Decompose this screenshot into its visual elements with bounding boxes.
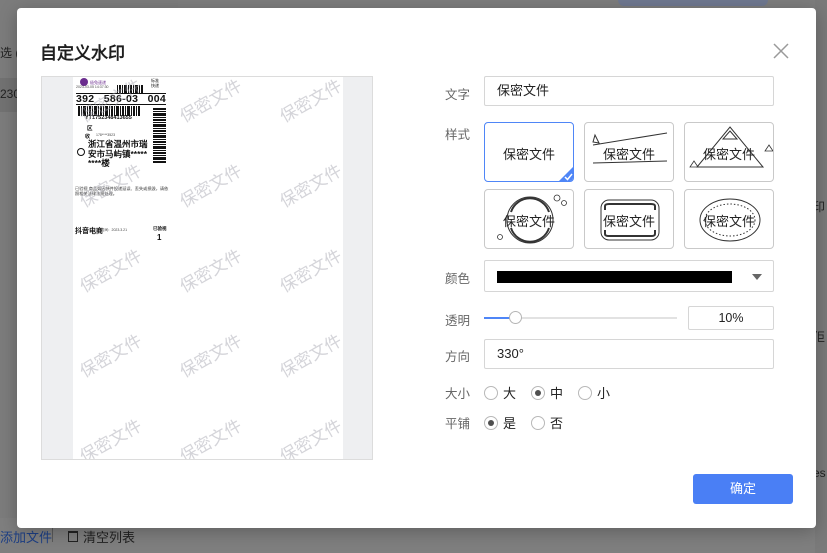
watermark-text: 保密文件	[176, 161, 246, 212]
direction-label: 方向	[445, 350, 471, 364]
radio-dot	[484, 385, 498, 400]
radio-label: 是	[503, 416, 517, 431]
recipient-icon	[77, 148, 85, 156]
slider-thumb[interactable]	[509, 311, 522, 324]
style-tile-rounded-rect[interactable]: 保密文件	[584, 189, 674, 249]
preview-page: 极兔速递 标准 快递 2023-03-05 14:37:30 392 586-0…	[73, 77, 343, 460]
radio-dot	[578, 385, 593, 400]
tile-radio-no[interactable]: 否	[531, 413, 563, 432]
sort-code-part-3: 004	[147, 93, 166, 105]
service-type: 标准 快递	[151, 78, 159, 88]
custom-watermark-dialog: 自定义水印 极兔速递 标准 快递 2023-03-05 14:37:30 392…	[17, 8, 816, 528]
size-radio-medium[interactable]: 中	[531, 383, 563, 402]
style-tile-text: 保密文件	[502, 147, 555, 162]
watermark-text: 保密文件	[76, 416, 146, 460]
check-icon	[559, 167, 573, 181]
radio-label: 否	[550, 416, 564, 431]
radio-label: 小	[597, 386, 611, 401]
style-tile-text: 保密文件	[602, 147, 655, 162]
address-line-2: ****楼	[88, 158, 110, 168]
add-file-link[interactable]: 添加文件	[0, 527, 52, 546]
watermark-text: 保密文件	[276, 246, 343, 297]
direction-input[interactable]: 330°	[484, 339, 774, 369]
style-tile-text: 保密文件	[602, 214, 655, 229]
style-tile-triangle[interactable]: 保密文件	[684, 122, 774, 182]
radio-label: 中	[550, 386, 564, 401]
watermark-text: 保密文件	[176, 246, 246, 297]
confirm-button[interactable]: 确定	[693, 474, 793, 504]
watermark-text: 保密文件	[176, 331, 246, 382]
color-label: 颜色	[445, 272, 471, 286]
style-tile-circle[interactable]: 保密文件	[484, 189, 574, 249]
radio-dot	[484, 415, 498, 430]
tile-radio-group: 是 否	[484, 413, 578, 432]
chevron-down-icon	[752, 274, 762, 280]
style-tile-text: 保密文件	[702, 214, 755, 229]
size-radio-group: 大 中 小	[484, 383, 625, 402]
package-qty: 1	[157, 233, 162, 242]
address-line-1: 浙江省温州市瑞安市马屿镇*****	[88, 139, 148, 159]
size-label: 大小	[445, 387, 471, 401]
trash-icon	[68, 531, 78, 542]
watermark-text: 保密文件	[276, 416, 343, 460]
shipped-mark: 已验视	[153, 226, 167, 231]
watermark-text: 保密文件	[276, 161, 343, 212]
style-tile-slant-frame[interactable]: 保密文件	[584, 122, 674, 182]
dialog-title: 自定义水印	[40, 44, 125, 63]
size-radio-large[interactable]: 大	[484, 383, 516, 402]
opacity-label: 透明	[445, 314, 471, 328]
bg-top-pill	[618, 0, 768, 6]
watermark-text: 保密文件	[176, 416, 246, 460]
platform-subtext: 打印时间：2023.3.21	[94, 228, 128, 232]
radio-label: 大	[503, 386, 517, 401]
style-tile-text: 保密文件	[702, 147, 755, 162]
watermark-text: 保密文件	[276, 77, 343, 127]
style-tile-plain[interactable]: 保密文件	[484, 122, 574, 182]
watermark-text-input[interactable]: 保密文件	[484, 76, 774, 106]
bg-divider	[52, 528, 53, 542]
style-tile-dotted-ellipse[interactable]: 保密文件	[684, 189, 774, 249]
radio-dot	[531, 385, 546, 400]
style-label: 样式	[445, 128, 471, 142]
radio-dot	[531, 415, 546, 430]
size-radio-small[interactable]: 小	[578, 383, 610, 402]
clear-list-label: 清空列表	[83, 530, 136, 545]
opacity-value-input[interactable]: 10%	[688, 306, 774, 330]
close-icon[interactable]	[770, 40, 792, 62]
text-label: 文字	[445, 88, 471, 102]
watermark-preview: 极兔速递 标准 快递 2023-03-05 14:37:30 392 586-0…	[41, 76, 373, 460]
watermark-text: 保密文件	[276, 331, 343, 382]
color-swatch	[497, 271, 732, 283]
watermark-text: 保密文件	[76, 331, 146, 382]
tile-label: 平铺	[445, 417, 471, 431]
style-tile-text: 保密文件	[502, 214, 555, 229]
tile-radio-yes[interactable]: 是	[484, 413, 516, 432]
style-grid: 保密文件 保密文件 保密文件 保密文件 保密文件 保密文件	[484, 122, 774, 250]
watermark-text: 保密文件	[76, 246, 146, 297]
opacity-slider[interactable]	[484, 311, 677, 325]
recipient-phone: 178****3523	[96, 133, 116, 137]
watermark-text: 保密文件	[176, 77, 246, 127]
clear-list-button[interactable]: 清空列表	[68, 527, 135, 546]
vertical-barcode-icon	[153, 108, 166, 163]
color-select[interactable]	[484, 260, 774, 292]
